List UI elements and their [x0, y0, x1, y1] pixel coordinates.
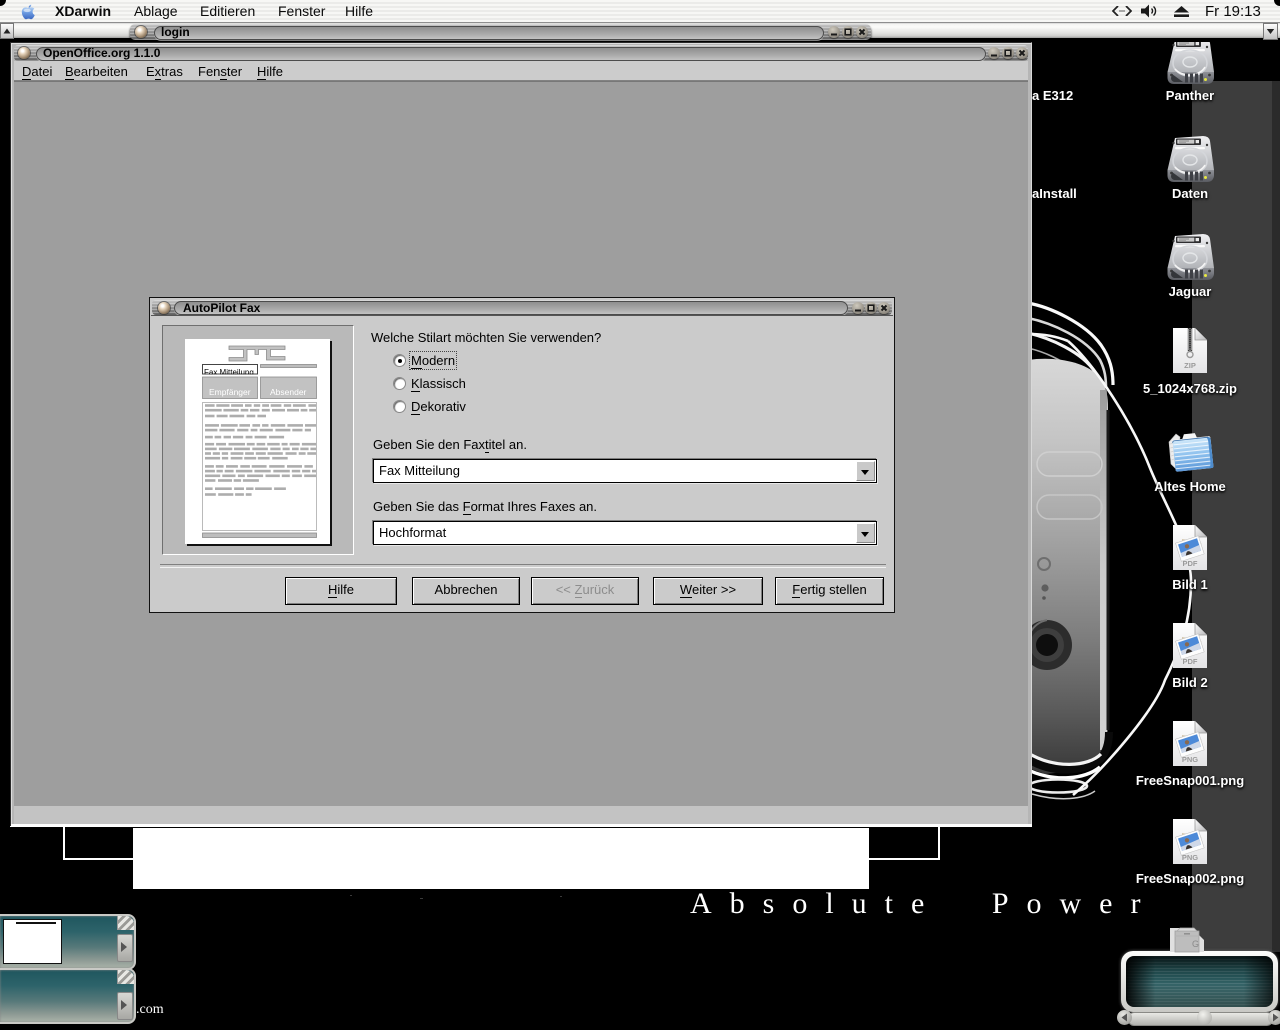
svg-text:Absender: Absender	[270, 387, 307, 397]
svg-text:Empfänger: Empfänger	[209, 387, 251, 397]
svg-text:PNG: PNG	[1182, 755, 1198, 764]
svg-text:G: G	[1192, 939, 1199, 949]
svg-text:ZIP: ZIP	[1184, 361, 1196, 370]
svg-text:PDF: PDF	[1183, 657, 1198, 666]
svg-text:PNG: PNG	[1182, 853, 1198, 862]
svg-text:PDF: PDF	[1183, 559, 1198, 568]
